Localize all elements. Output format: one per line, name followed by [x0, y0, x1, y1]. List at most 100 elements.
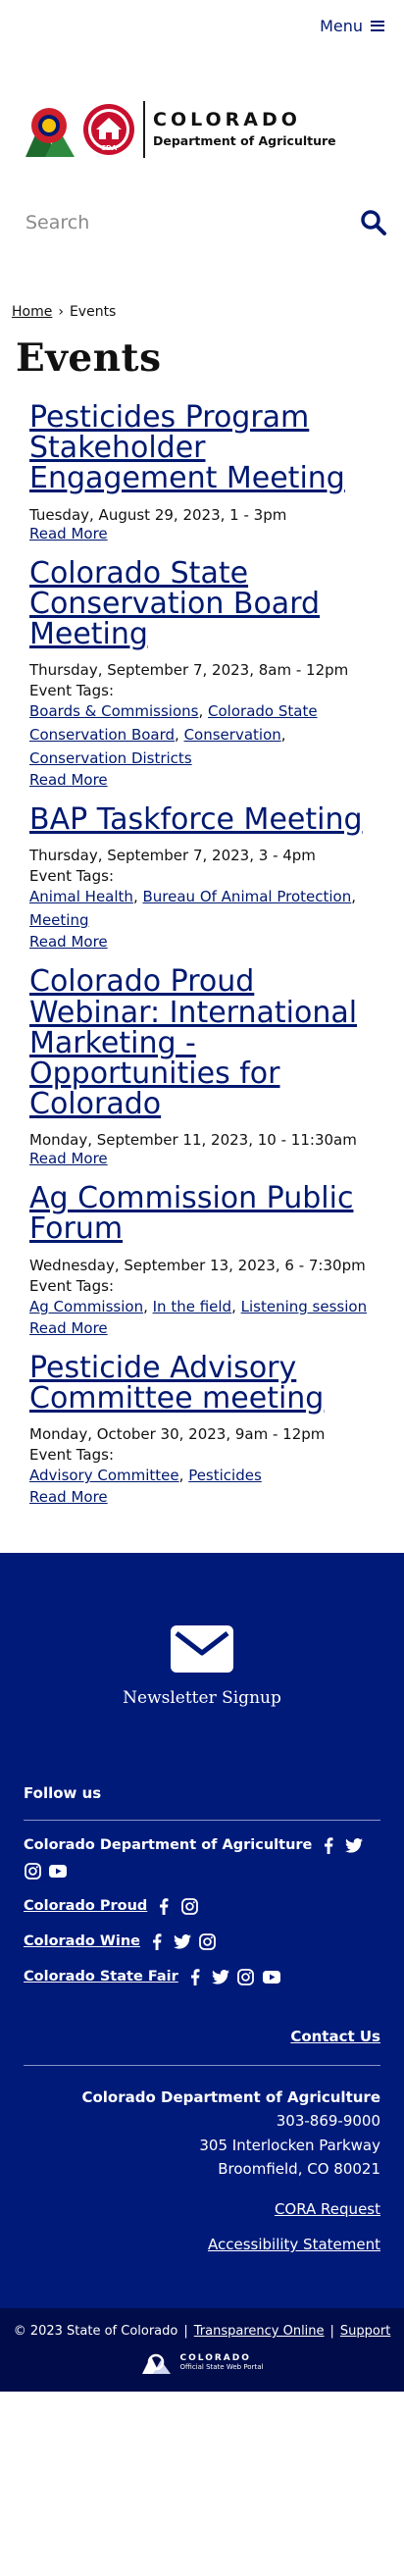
event-tags-label: Event Tags: [29, 682, 115, 700]
read-more-link[interactable]: Read More [29, 525, 108, 542]
event-item: Colorado State Conservation Board Meetin… [29, 558, 380, 790]
breadcrumb-current: Events [69, 304, 117, 320]
social-org-link[interactable]: Colorado Proud [24, 1898, 147, 1914]
event-item: BAP Taskforce Meeting Thursday, Septembe… [29, 804, 380, 951]
support-link[interactable]: Support [340, 2324, 390, 2339]
hamburger-icon [371, 20, 384, 31]
youtube-icon[interactable] [49, 1862, 67, 1880]
event-title-link[interactable]: Colorado State Conservation Board Meetin… [29, 558, 380, 650]
colorado-flag-icon [25, 108, 75, 157]
facebook-icon[interactable] [320, 1836, 337, 1854]
site-footer: Newsletter Signup Follow us Colorado Dep… [0, 1553, 404, 2393]
social-row: Colorado Proud [24, 1897, 380, 1915]
event-date: Tuesday, August 29, 2023, 1 - 3pm [29, 505, 287, 524]
event-tags-label: Event Tags: [29, 867, 115, 886]
event-tag-link[interactable]: Conservation Districts [29, 749, 192, 767]
cora-request-link[interactable]: CORA Request [24, 2200, 380, 2218]
logo-subtitle: Department of Agriculture [153, 133, 336, 149]
event-tag-link[interactable]: Ag Commission [29, 1298, 143, 1315]
event-date: Monday, September 11, 2023, 10 - 11:30am [29, 1131, 357, 1150]
contact-section: Contact Us [0, 2027, 404, 2045]
event-tag-link[interactable]: Boards & Commissions [29, 702, 198, 720]
event-tag-link[interactable]: Bureau Of Animal Protection [142, 888, 351, 905]
event-title-link[interactable]: Pesticides Program Stakeholder Engagemen… [29, 402, 380, 494]
event-item: Pesticide Advisory Committee meeting Mon… [29, 1352, 380, 1506]
event-tags: Advisory Committee, Pesticides [29, 1467, 262, 1484]
event-date: Thursday, September 7, 2023, 3 - 4pm [29, 847, 316, 865]
read-more-link[interactable]: Read More [29, 1150, 108, 1167]
transparency-online-link[interactable]: Transparency Online [194, 2324, 325, 2339]
event-tag-link[interactable]: Pesticides [188, 1467, 262, 1484]
divider [24, 1820, 380, 1821]
read-more-link[interactable]: Read More [29, 1488, 108, 1506]
instagram-icon[interactable] [24, 1862, 41, 1880]
event-tag-link[interactable]: Advisory Committee [29, 1467, 179, 1484]
follow-heading: Follow us [24, 1784, 102, 1802]
page-title: Events [16, 335, 162, 381]
event-tags: Boards & Commissions, Colorado State Con… [29, 702, 318, 768]
instagram-icon[interactable] [180, 1897, 198, 1915]
logo-title: COLORADO [153, 109, 301, 131]
address-city: Broomfield, CO 80021 [218, 2159, 380, 2178]
newsletter-label: Newsletter Signup [123, 1688, 281, 1708]
contact-us-link[interactable]: Contact Us [290, 2028, 380, 2045]
facebook-icon[interactable] [186, 1968, 204, 1985]
breadcrumb-home-link[interactable]: Home [12, 304, 52, 320]
event-title-link[interactable]: BAP Taskforce Meeting [29, 804, 380, 835]
social-org-link[interactable]: Colorado Wine [24, 1933, 140, 1949]
search-input[interactable] [25, 212, 320, 233]
twitter-icon[interactable] [345, 1836, 364, 1854]
event-tags: Ag Commission, In the field, Listening s… [29, 1297, 368, 1315]
event-tags: Animal Health, Bureau Of Animal Protecti… [29, 888, 357, 930]
social-row: Colorado State Fair [24, 1968, 380, 1985]
newsletter-signup-link[interactable]: Newsletter Signup [0, 1625, 404, 1708]
youtube-icon[interactable] [262, 1968, 280, 1985]
event-tag-link[interactable]: Meeting [29, 911, 88, 929]
accessibility-statement-link[interactable]: Accessibility Statement [24, 2236, 380, 2253]
envelope-icon [171, 1625, 233, 1673]
event-tags-label: Event Tags: [29, 1276, 115, 1295]
state-portal-logo[interactable]: COLORADO Official State Web Portal [12, 2350, 392, 2376]
read-more-link[interactable]: Read More [29, 933, 108, 951]
logo-divider [143, 101, 145, 158]
event-item: Colorado Proud Webinar: International Ma… [29, 966, 380, 1167]
event-title-link[interactable]: Pesticide Advisory Committee meeting [29, 1352, 380, 1414]
breadcrumb: Home › Events [0, 304, 404, 320]
event-item: Pesticides Program Stakeholder Engagemen… [29, 402, 380, 542]
event-tag-link[interactable]: Listening session [241, 1298, 367, 1315]
facebook-icon[interactable] [155, 1897, 173, 1915]
twitter-icon[interactable] [173, 1932, 191, 1950]
read-more-link[interactable]: Read More [29, 771, 108, 789]
address-block: Colorado Department of Agriculture 303-8… [0, 2086, 404, 2181]
social-row: Colorado Department of Agriculture [24, 1836, 380, 1880]
event-tag-link[interactable]: In the field [153, 1298, 231, 1315]
read-more-link[interactable]: Read More [29, 1319, 108, 1337]
instagram-icon[interactable] [237, 1968, 255, 1985]
social-row: Colorado Wine [24, 1932, 380, 1950]
event-title-link[interactable]: Ag Commission Public Forum [29, 1183, 380, 1245]
instagram-icon[interactable] [199, 1932, 217, 1950]
cda-badge-icon: CDA [83, 104, 134, 155]
social-org-link[interactable]: Colorado State Fair [24, 1969, 178, 1984]
event-title-link[interactable]: Colorado Proud Webinar: International Ma… [29, 966, 380, 1119]
menu-button[interactable]: Menu [320, 17, 384, 35]
event-tag-link[interactable]: Animal Health [29, 888, 133, 905]
menu-label: Menu [320, 16, 363, 35]
breadcrumb-separator: › [58, 304, 64, 320]
search-button[interactable] [357, 206, 390, 239]
top-bar: Menu [0, 0, 404, 51]
divider [24, 2065, 380, 2066]
event-tag-link[interactable]: Conservation [184, 726, 281, 744]
twitter-icon[interactable] [211, 1968, 229, 1985]
site-logo[interactable]: CDA COLORADO Department of Agriculture [0, 51, 404, 198]
search-icon [361, 210, 386, 235]
event-date: Thursday, September 7, 2023, 8am - 12pm [29, 661, 349, 680]
event-tags-label: Event Tags: [29, 1446, 115, 1464]
event-date: Monday, October 30, 2023, 9am - 12pm [29, 1425, 326, 1443]
facebook-icon[interactable] [148, 1932, 166, 1950]
colorado-portal-icon [141, 2353, 171, 2375]
logo-badge-text: CDA [101, 144, 118, 152]
social-org-name: Colorado Department of Agriculture [24, 1837, 313, 1853]
address-phone: 303-869-9000 [276, 2112, 380, 2131]
event-date: Wednesday, September 13, 2023, 6 - 7:30p… [29, 1256, 366, 1274]
